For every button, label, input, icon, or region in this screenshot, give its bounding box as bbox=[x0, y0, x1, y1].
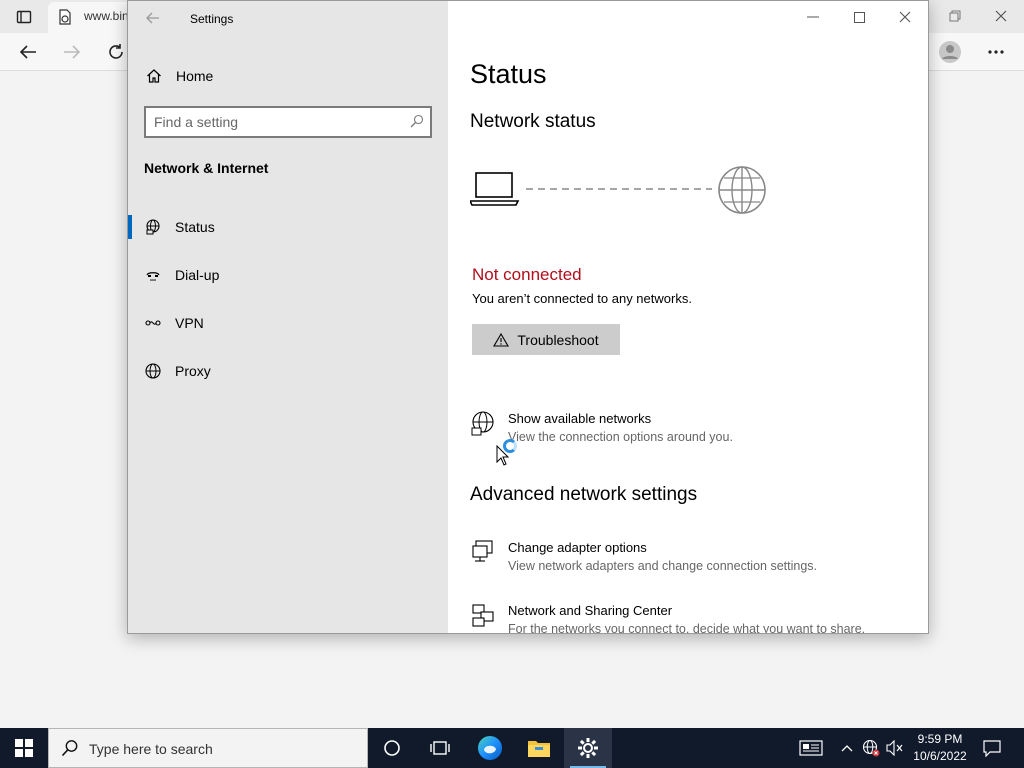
back-arrow-icon[interactable] bbox=[142, 7, 164, 29]
tab-title: www.bin bbox=[84, 9, 129, 23]
troubleshoot-label: Troubleshoot bbox=[517, 331, 599, 348]
home-nav-item[interactable]: Home bbox=[142, 63, 432, 89]
taskbar: Type here to search 9:59 PM 10/6/2022 bbox=[0, 728, 1024, 768]
close-icon[interactable] bbox=[990, 6, 1012, 26]
warning-icon bbox=[493, 332, 510, 347]
globe-icon bbox=[144, 362, 162, 380]
network-status-heading: Network status bbox=[470, 111, 596, 132]
network-diagram bbox=[470, 166, 766, 214]
close-button[interactable] bbox=[882, 1, 928, 33]
section-title: Network & Internet bbox=[144, 160, 269, 176]
sidebar-item-dial-up[interactable]: Dial-up bbox=[128, 255, 448, 295]
settings-window: Settings Home Network & Internet Status bbox=[127, 0, 929, 634]
network-disconnected-icon[interactable] bbox=[860, 728, 882, 768]
start-button[interactable] bbox=[0, 728, 48, 768]
more-dots-icon[interactable] bbox=[982, 40, 1010, 64]
sharing-center-icon bbox=[470, 603, 496, 631]
settings-gear-icon[interactable] bbox=[564, 728, 612, 768]
connection-status: Not connected bbox=[472, 265, 582, 284]
dialup-icon bbox=[144, 266, 162, 284]
show-available-networks-link[interactable]: Show available networks View the connect… bbox=[470, 411, 910, 455]
cortana-icon[interactable] bbox=[368, 728, 416, 768]
sidebar-item-label: Status bbox=[175, 219, 215, 235]
selection-indicator bbox=[128, 215, 132, 239]
chevron-up-icon[interactable] bbox=[838, 728, 856, 768]
change-adapter-options-link[interactable]: Change adapter options View network adap… bbox=[470, 540, 910, 584]
link-title: Network and Sharing Center bbox=[508, 603, 673, 618]
clock-date: 10/6/2022 bbox=[913, 749, 967, 763]
network-globe-icon bbox=[470, 411, 496, 439]
laptop-icon bbox=[470, 172, 520, 206]
back-arrow-icon[interactable] bbox=[16, 40, 40, 64]
tab-actions-icon[interactable] bbox=[12, 6, 36, 28]
sidebar-item-status[interactable]: Status bbox=[128, 207, 448, 247]
sidebar-item-proxy[interactable]: Proxy bbox=[128, 351, 448, 391]
avatar-icon[interactable] bbox=[936, 38, 964, 66]
link-subtitle: View network adapters and change connect… bbox=[508, 559, 817, 573]
network-sharing-center-link[interactable]: Network and Sharing Center For the netwo… bbox=[470, 603, 910, 634]
forward-arrow-icon[interactable] bbox=[60, 40, 84, 64]
notifications-icon[interactable] bbox=[978, 728, 1006, 768]
link-subtitle: View the connection options around you. bbox=[508, 430, 733, 444]
settings-sidebar: Settings Home Network & Internet Status bbox=[128, 1, 448, 633]
search-icon bbox=[410, 114, 424, 133]
taskbar-search-box[interactable]: Type here to search bbox=[48, 728, 368, 768]
news-icon[interactable] bbox=[796, 728, 826, 768]
maximize-button[interactable] bbox=[836, 1, 882, 33]
globe-ethernet-icon bbox=[144, 218, 162, 236]
link-subtitle: For the networks you connect to, decide … bbox=[508, 622, 866, 634]
settings-main: Status Network status Not connected You … bbox=[448, 1, 928, 634]
search-input[interactable] bbox=[154, 113, 404, 131]
windows-logo-icon bbox=[15, 739, 33, 757]
clock[interactable]: 9:59 PM 10/6/2022 bbox=[906, 731, 974, 765]
find-setting-search[interactable] bbox=[144, 106, 432, 138]
edge-icon[interactable] bbox=[466, 728, 514, 768]
page-title: Status bbox=[470, 59, 547, 89]
troubleshoot-button[interactable]: Troubleshoot bbox=[472, 324, 620, 355]
home-label: Home bbox=[176, 68, 214, 84]
minimize-button[interactable] bbox=[790, 1, 836, 33]
home-icon bbox=[146, 68, 162, 84]
vpn-icon bbox=[144, 314, 162, 332]
page-favicon-icon bbox=[56, 8, 74, 26]
clock-time: 9:59 PM bbox=[917, 732, 963, 746]
search-icon bbox=[61, 739, 79, 762]
advanced-network-settings-heading: Advanced network settings bbox=[470, 484, 698, 505]
task-view-icon[interactable] bbox=[416, 728, 464, 768]
link-title: Change adapter options bbox=[508, 540, 647, 555]
sidebar-item-label: VPN bbox=[175, 315, 204, 331]
window-title: Settings bbox=[190, 12, 234, 26]
connection-description: You aren’t connected to any networks. bbox=[472, 291, 692, 306]
sidebar-item-vpn[interactable]: VPN bbox=[128, 303, 448, 343]
taskbar-search-placeholder: Type here to search bbox=[89, 741, 213, 757]
sidebar-item-label: Proxy bbox=[175, 363, 211, 379]
refresh-icon[interactable] bbox=[104, 40, 128, 64]
sidebar-item-label: Dial-up bbox=[175, 267, 220, 283]
restore-icon[interactable] bbox=[944, 6, 966, 26]
link-title: Show available networks bbox=[508, 411, 652, 426]
adapter-icon bbox=[470, 540, 496, 568]
file-explorer-icon[interactable] bbox=[515, 728, 563, 768]
volume-muted-icon[interactable] bbox=[884, 728, 906, 768]
busy-spinner-icon bbox=[503, 439, 517, 453]
internet-globe-icon bbox=[718, 166, 766, 214]
